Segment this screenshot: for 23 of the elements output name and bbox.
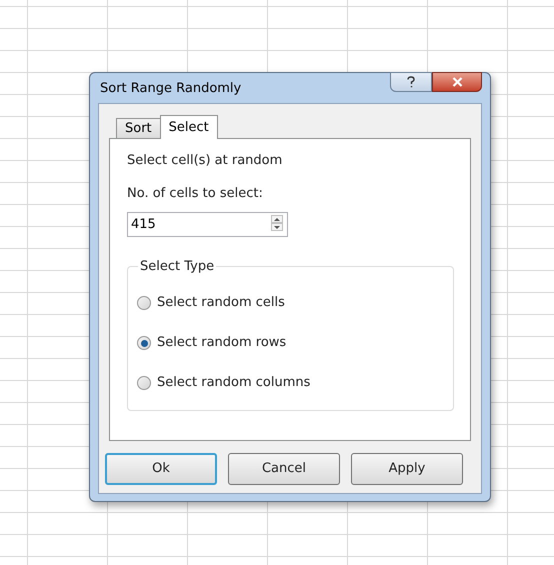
- spin-up-button[interactable]: [271, 215, 283, 223]
- count-spin-field[interactable]: 415: [127, 212, 288, 237]
- close-icon: [452, 77, 462, 87]
- radio-option[interactable]: Select random cells: [137, 293, 453, 313]
- radio-option[interactable]: Select random rows: [137, 333, 453, 353]
- radio-button[interactable]: [137, 296, 151, 310]
- tab[interactable]: Select: [160, 115, 218, 139]
- radio-button[interactable]: [137, 336, 151, 350]
- close-button[interactable]: [432, 72, 482, 92]
- radio-option[interactable]: Select random columns: [137, 373, 453, 393]
- help-button[interactable]: [390, 72, 432, 92]
- radio-button[interactable]: [137, 376, 151, 390]
- tab[interactable]: Sort: [116, 118, 161, 138]
- spin-down-button[interactable]: [271, 223, 283, 231]
- count-label: No. of cells to select:: [127, 184, 264, 202]
- dialog-button[interactable]: Cancel: [228, 453, 340, 485]
- window-title: Sort Range Randomly: [100, 80, 242, 98]
- up-arrow-icon: [274, 218, 280, 220]
- down-arrow-icon: [274, 226, 280, 228]
- dialog-button[interactable]: Ok: [105, 453, 217, 485]
- description-text: Select cell(s) at random: [127, 152, 284, 170]
- dialog-button[interactable]: Apply: [351, 453, 463, 485]
- question-mark-icon: [407, 76, 415, 88]
